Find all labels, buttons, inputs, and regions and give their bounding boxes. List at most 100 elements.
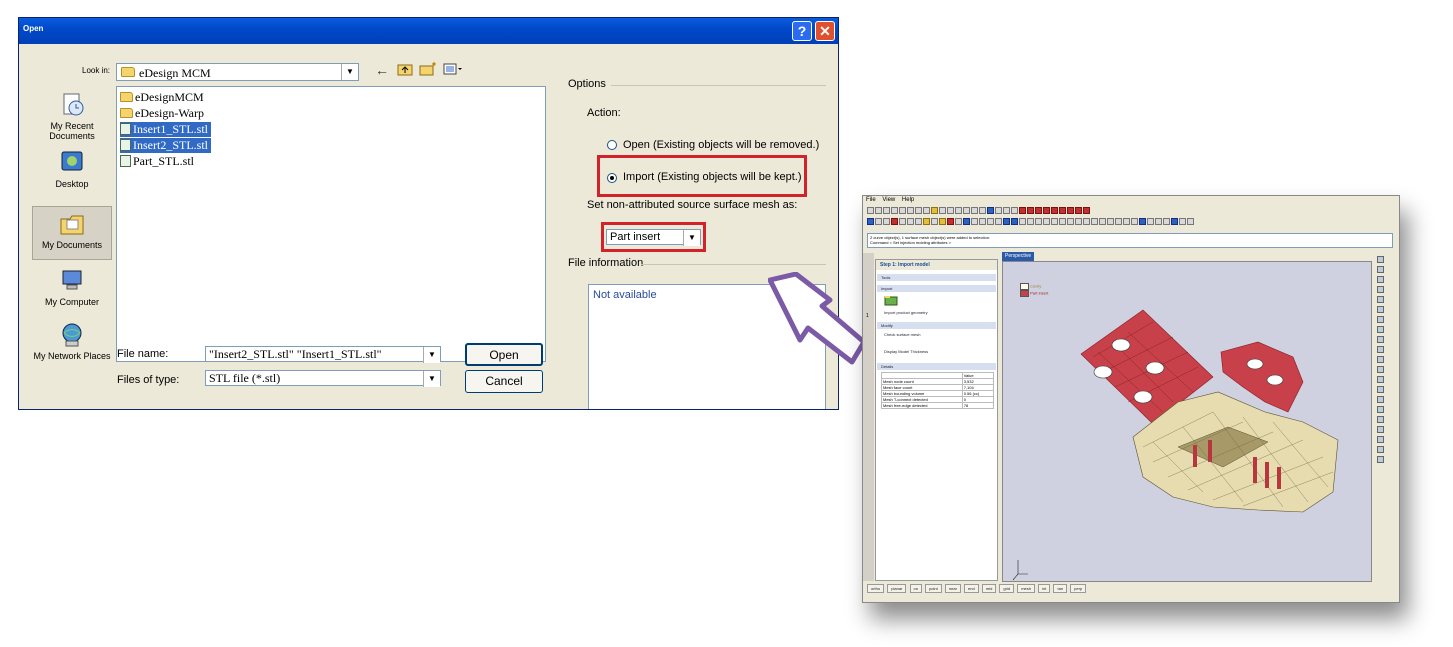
toolbar-row-1[interactable] — [867, 206, 1091, 215]
radio-open-label: Open (Existing objects will be removed.) — [623, 139, 820, 151]
log-line: Command < Set injection molding attribut… — [870, 240, 951, 245]
file-name-label: File name: — [117, 348, 169, 360]
file-list[interactable]: eDesignMCM eDesign-Warp Insert1_STL.stl … — [116, 86, 546, 362]
list-item[interactable]: eDesign-Warp — [120, 106, 207, 121]
place-label: My Recent Documents — [49, 121, 95, 141]
action-label: Action: — [587, 107, 621, 119]
dialog-title: Open — [23, 24, 44, 33]
my-computer-icon — [58, 268, 86, 294]
status-end[interactable]: end — [964, 584, 979, 594]
dialog-titlebar[interactable]: Open ? ✕ — [19, 18, 838, 44]
import-geometry-item[interactable]: Import product geometry — [884, 310, 928, 315]
view-menu-icon[interactable] — [443, 62, 463, 79]
file-name-input[interactable]: "Insert2_STL.stl" "Insert1_STL.stl" ▼ — [205, 346, 441, 363]
look-in-select[interactable]: eDesign MCM ▼ — [116, 63, 359, 81]
chevron-down-icon[interactable]: ▼ — [423, 347, 440, 363]
place-label: My Documents — [41, 240, 103, 250]
radio-open[interactable] — [607, 140, 617, 150]
mesh-type-select[interactable]: Part insert ▼ — [606, 229, 701, 246]
desktop-icon — [58, 150, 86, 176]
radio-import[interactable] — [607, 173, 617, 183]
stl-file-icon — [120, 155, 131, 167]
place-label: My Network Places — [33, 351, 111, 361]
file-info-group-label: File information — [568, 257, 644, 269]
status-bar: ortho planar on point near end mid grid … — [863, 584, 1399, 594]
stl-file-icon — [120, 123, 131, 135]
panel-title: Step 1: Import model — [876, 260, 997, 270]
file-info-value: Not available — [593, 289, 657, 301]
recent-documents-icon — [58, 92, 86, 118]
status-ortho[interactable]: ortho — [867, 584, 885, 594]
status-mid[interactable]: mid — [981, 584, 997, 594]
files-of-type-select[interactable]: STL file (*.stl) ▼ — [205, 370, 441, 387]
options-group-label: Options — [568, 78, 606, 90]
chevron-down-icon[interactable]: ▼ — [341, 64, 358, 80]
status-mesh[interactable]: mesh — [1017, 584, 1035, 594]
look-in-value: eDesign MCM — [139, 66, 211, 80]
new-folder-icon[interactable] — [419, 62, 437, 79]
open-dialog: Open ? ✕ Look in: eDesign MCM ▼ ← My Rec… — [18, 17, 839, 410]
details-table: Value Mesh node count 3,532 Mesh face cou… — [881, 372, 995, 409]
up-folder-icon[interactable] — [397, 62, 413, 79]
axis-triad — [1012, 560, 1028, 581]
check-mesh-item[interactable]: Check surface mesh — [884, 332, 920, 337]
table-row: Mesh free-edge detected 78 — [881, 402, 995, 409]
back-arrow-icon[interactable]: ← — [375, 62, 389, 78]
model-render — [1012, 309, 1339, 581]
menu-help[interactable]: Help — [902, 197, 914, 203]
chevron-down-icon[interactable]: ▼ — [423, 371, 440, 387]
status-on[interactable]: on — [909, 584, 922, 594]
menu-bar: File View Help — [863, 196, 1399, 205]
folder-icon — [120, 92, 133, 102]
section-modify[interactable]: Modify — [877, 322, 996, 329]
status-int[interactable]: int — [1038, 584, 1051, 594]
panel-strip: 1 — [863, 253, 874, 581]
tab-perspective[interactable]: Perspective — [1002, 252, 1035, 261]
options-divider — [611, 85, 826, 86]
look-in-label: Look in: — [82, 66, 111, 75]
place-label: My Computer — [44, 297, 99, 307]
radio-import-label: Import (Existing objects will be kept.) — [623, 171, 802, 183]
section-details[interactable]: Details — [877, 363, 996, 370]
status-tan[interactable]: tan — [1053, 584, 1068, 594]
list-item[interactable]: Insert1_STL.stl — [120, 122, 211, 137]
file-info-divider — [641, 264, 826, 265]
chevron-down-icon[interactable]: ▼ — [683, 230, 700, 246]
display-thickness-item[interactable]: Display Model Thickness — [884, 349, 928, 354]
place-my-computer[interactable]: My Computer — [32, 268, 112, 307]
help-button[interactable]: ? — [792, 21, 812, 41]
step-panel: Step 1: Import model Tools Import Import… — [875, 259, 998, 581]
command-log[interactable]: 2 curve object(s), 1 surface mesh object… — [867, 233, 1393, 248]
stl-file-icon — [120, 139, 131, 151]
menu-view[interactable]: View — [882, 197, 895, 203]
menu-file[interactable]: File — [866, 197, 876, 203]
left-panel: 1 Step 1: Import model Tools Import Impo… — [863, 253, 1000, 581]
place-my-documents[interactable]: My Documents — [32, 206, 112, 260]
status-planar[interactable]: planar — [887, 584, 907, 594]
place-my-network-places[interactable]: My Network Places — [32, 322, 112, 361]
status-near[interactable]: near — [944, 584, 961, 594]
list-item[interactable]: Insert2_STL.stl — [120, 138, 211, 153]
network-places-icon — [58, 322, 86, 348]
place-my-recent-documents[interactable]: My Recent Documents — [32, 92, 112, 141]
import-geometry-icon[interactable] — [884, 295, 898, 307]
list-item[interactable]: Part_STL.stl — [120, 154, 197, 169]
toolbar-row-2[interactable] — [867, 217, 1195, 226]
section-tools[interactable]: Tools — [877, 274, 996, 281]
status-perp[interactable]: perp — [1070, 584, 1087, 594]
right-toolbar[interactable] — [1374, 253, 1388, 581]
status-point[interactable]: point — [925, 584, 942, 594]
app-window: File View Help 2 curve object(s), 1 surf… — [862, 195, 1400, 603]
list-item[interactable]: eDesignMCM — [120, 90, 207, 105]
files-of-type-label: Files of type: — [117, 374, 180, 386]
close-button[interactable]: ✕ — [815, 21, 835, 41]
cancel-button[interactable]: Cancel — [465, 370, 543, 393]
status-grid[interactable]: grid — [999, 584, 1015, 594]
places-bar: My Recent Documents Desktop My Documents… — [32, 84, 112, 384]
open-button[interactable]: Open — [465, 343, 543, 366]
section-import[interactable]: Import — [877, 285, 996, 292]
folder-icon — [121, 67, 135, 77]
place-desktop[interactable]: Desktop — [32, 150, 112, 189]
mesh-label: Set non-attributed source surface mesh a… — [587, 199, 798, 211]
3d-viewport[interactable]: Cavity Part insert — [1002, 261, 1372, 582]
